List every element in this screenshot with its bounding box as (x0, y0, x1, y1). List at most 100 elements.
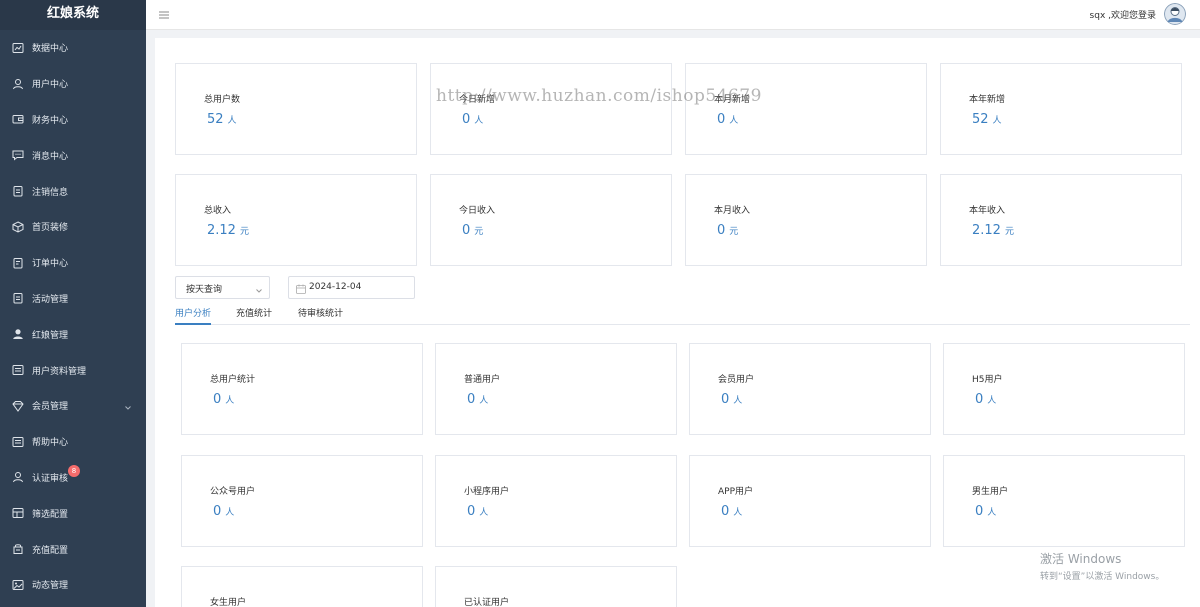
sidebar-item-label: 动态管理 (32, 581, 69, 592)
stat-unit: 元 (239, 227, 249, 237)
sidebar-item-label: 充值配置 (32, 545, 69, 556)
sidebar-item-finance[interactable]: 财务中心 (0, 102, 146, 138)
stat-value: 0人 (717, 112, 738, 127)
sidebar-item-recharge-config[interactable]: 充值配置 (0, 531, 146, 567)
stat-title: 公众号用户 (210, 487, 256, 497)
date-value: 2024-12-04 (309, 282, 362, 292)
box-icon (12, 221, 24, 233)
user-icon (12, 78, 24, 90)
sidebar: 红娘系统 数据中心 用户中心 财务中心 消息中心 注销信息 首页装修 订单中心 (0, 0, 146, 607)
stat-card-member-users: 会员用户 0人 (689, 343, 931, 435)
stat-value: 0人 (467, 392, 488, 407)
stat-value: 0人 (467, 504, 488, 519)
sidebar-item-label: 用户资料管理 (32, 366, 87, 377)
date-picker[interactable]: 2024-12-04 (288, 276, 415, 299)
stat-unit: 人 (733, 508, 743, 518)
activation-subtitle: 转到“设置”以激活 Windows。 (1040, 572, 1165, 582)
stat-card-total-users: 总用户数 52 人 (175, 63, 417, 155)
stat-card-h5-users: H5用户 0人 (943, 343, 1185, 435)
stat-number: 0 (717, 112, 726, 127)
member-icon (12, 400, 24, 412)
stat-value: 52 人 (207, 112, 237, 127)
chevron-down-icon (255, 284, 263, 293)
stat-title: 总用户数 (204, 95, 241, 105)
sidebar-item-home-decoration[interactable]: 首页装修 (0, 209, 146, 245)
app-logo-title: 红娘系统 (0, 0, 146, 30)
stat-card-year-new: 本年新增 52 人 (940, 63, 1182, 155)
stat-title: APP用户 (718, 487, 754, 497)
calendar-icon (296, 283, 306, 294)
sidebar-item-help[interactable]: 帮助中心 (0, 424, 146, 460)
sidebar-item-moments[interactable]: 动态管理 (0, 567, 146, 603)
stat-card-month-income: 本月收入 0元 (685, 174, 927, 266)
sidebar-item-data-center[interactable]: 数据中心 (0, 30, 146, 66)
sidebar-item-members[interactable]: 会员管理 (0, 388, 146, 424)
stat-unit: 人 (992, 116, 1002, 126)
sidebar-item-cancellation[interactable]: 注销信息 (0, 173, 146, 209)
stat-value: 0人 (721, 504, 742, 519)
stat-value: 0人 (213, 392, 234, 407)
sidebar-item-label: 注销信息 (32, 187, 69, 198)
stat-number: 0 (721, 392, 730, 407)
sidebar-item-verification[interactable]: 认证审核 8 (0, 460, 146, 496)
sidebar-item-matchmaker[interactable]: 红娘管理 (0, 316, 146, 352)
clipboard-icon (12, 185, 24, 197)
sidebar-item-activities[interactable]: 活动管理 (0, 281, 146, 317)
stat-number: 0 (975, 392, 984, 407)
filter-icon (12, 507, 24, 519)
stat-unit: 元 (474, 227, 484, 237)
sidebar-item-label: 首页装修 (32, 223, 69, 234)
stat-unit: 人 (225, 396, 235, 406)
stat-value: 0元 (717, 223, 738, 238)
sidebar-item-filter-config[interactable]: 筛选配置 (0, 495, 146, 531)
sidebar-item-user-profiles[interactable]: 用户资料管理 (0, 352, 146, 388)
stat-card-today-income: 今日收入 0元 (430, 174, 672, 266)
stat-title: 本年收入 (969, 206, 1006, 216)
avatar[interactable] (1164, 3, 1186, 25)
stat-value: 0人 (975, 504, 996, 519)
user-greeting: sqx ,欢迎您登录 (1089, 11, 1156, 21)
stat-title: 总收入 (204, 206, 232, 216)
sidebar-menu: 数据中心 用户中心 财务中心 消息中心 注销信息 首页装修 订单中心 活动管理 (0, 30, 146, 603)
stat-number: 0 (462, 112, 471, 127)
person-solid-icon (12, 328, 24, 340)
stat-value: 0人 (975, 392, 996, 407)
stat-number: 2.12 (972, 223, 1001, 238)
sidebar-item-orders[interactable]: 订单中心 (0, 245, 146, 281)
stat-number: 0 (467, 504, 476, 519)
stat-number: 2.12 (207, 223, 236, 238)
sidebar-item-messages[interactable]: 消息中心 (0, 137, 146, 173)
tab-user-analysis[interactable]: 用户分析 (175, 306, 212, 325)
stat-value: 2.12 元 (207, 223, 249, 238)
stat-card-normal-users: 普通用户 0人 (435, 343, 677, 435)
stat-card-official-account-users: 公众号用户 0人 (181, 455, 423, 547)
top-header: sqx ,欢迎您登录 (146, 0, 1200, 30)
tab-pending-review-stats[interactable]: 待审核统计 (298, 306, 343, 325)
stat-unit: 人 (225, 508, 235, 518)
stat-unit: 人 (733, 396, 743, 406)
stat-number: 0 (462, 223, 471, 238)
sidebar-item-label: 用户中心 (32, 80, 69, 91)
sidebar-item-label: 订单中心 (32, 259, 69, 270)
stat-card-month-new: 本月新增 0人 (685, 63, 927, 155)
stat-title: 总用户统计 (210, 375, 256, 385)
grid-icon (12, 364, 24, 376)
recharge-icon (12, 543, 24, 555)
stat-value: 2.12 元 (972, 223, 1014, 238)
stat-card-mini-program-users: 小程序用户 0人 (435, 455, 677, 547)
stat-title: 会员用户 (718, 375, 755, 385)
tab-recharge-stats[interactable]: 充值统计 (236, 306, 272, 325)
stat-number: 0 (721, 504, 730, 519)
sidebar-item-label: 认证审核 (32, 473, 69, 484)
stat-card-female-users: 女生用户 (181, 566, 423, 607)
query-mode-select[interactable]: 按天查询 (175, 276, 270, 299)
activation-title: 激活 Windows (1040, 552, 1122, 566)
sidebar-item-label: 数据中心 (32, 44, 69, 55)
stat-number: 0 (213, 504, 222, 519)
sidebar-item-label: 财务中心 (32, 115, 69, 126)
windows-activation-notice: 激活 Windows 转到“设置”以激活 Windows。 (1040, 550, 1164, 582)
menu-toggle-icon[interactable] (158, 9, 170, 21)
sidebar-item-user-center[interactable]: 用户中心 (0, 66, 146, 102)
stat-title: 女生用户 (210, 598, 247, 607)
wallet-icon (12, 113, 24, 125)
